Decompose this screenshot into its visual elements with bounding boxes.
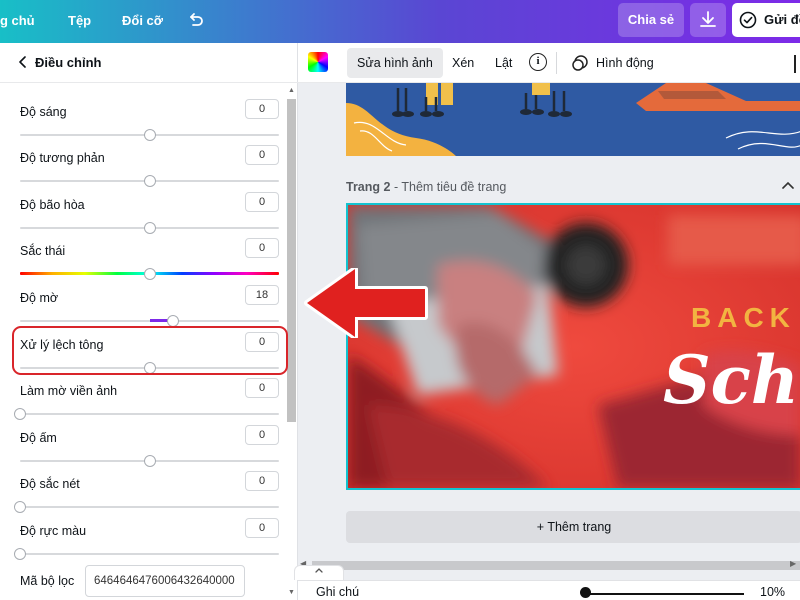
adjust-slider-track[interactable]	[20, 506, 279, 508]
adjust-slider-thumb[interactable]	[143, 455, 156, 467]
back-button[interactable]: Điều chỉnh	[18, 55, 101, 70]
filter-code-label: Mã bộ lọc	[20, 574, 75, 588]
adjust-row: Làm mờ viền ảnh 0	[14, 378, 279, 422]
page-2-title[interactable]: Trang 2 - Thêm tiêu đề trang	[346, 180, 506, 194]
page-number: Trang 2	[346, 180, 391, 194]
editor-canvas: Trang 2 - Thêm tiêu đề trang BACK Sch + …	[298, 83, 800, 600]
adjust-row: Độ tương phản 0	[20, 145, 279, 189]
back-text: BACK	[691, 302, 796, 333]
adjust-value-input[interactable]: 0	[245, 425, 279, 445]
page-1-artwork	[346, 83, 800, 156]
crop-button[interactable]: Xén	[442, 48, 484, 78]
resize-menu[interactable]: Đổi cỡ	[122, 0, 163, 43]
adjust-label: Độ sắc nét	[20, 477, 80, 491]
adjust-slider-thumb[interactable]	[143, 175, 156, 187]
adjust-label: Sắc thái	[20, 244, 66, 258]
adjust-row: Độ mờ 18	[20, 285, 279, 329]
scroll-down-arrow[interactable]: ▼	[287, 589, 296, 597]
chevron-up-small-icon	[315, 568, 323, 573]
adjust-value-input[interactable]: 0	[245, 238, 279, 258]
hscroll-right-arrow[interactable]: ▶	[790, 559, 796, 568]
adjust-label: Độ ấm	[20, 431, 57, 445]
blur-highlight-box	[12, 326, 288, 375]
animate-button[interactable]: Hình động	[586, 48, 664, 78]
adjust-slider-thumb[interactable]	[143, 268, 156, 280]
filter-code-row: Mã bộ lọc 6464646476006432640000	[20, 565, 280, 599]
zoom-slider-thumb[interactable]	[580, 587, 591, 598]
add-page-button[interactable]: + Thêm trang	[346, 511, 800, 543]
page-2-image[interactable]: BACK Scho	[346, 203, 800, 490]
page-1-preview[interactable]	[346, 83, 800, 156]
adjust-slider-thumb[interactable]	[14, 501, 26, 513]
adjust-value-input[interactable]: 0	[245, 145, 279, 165]
adjust-row: Độ bão hòa 0	[20, 192, 279, 236]
adjust-value-input[interactable]: 0	[245, 471, 279, 491]
panel-header: Điều chỉnh	[0, 43, 298, 83]
bottom-bar: Ghi chú 10%	[298, 580, 800, 600]
share-button[interactable]: Chia sẻ	[618, 3, 684, 37]
blurred-photo: BACK Scho	[348, 205, 800, 488]
filter-code-input[interactable]: 6464646476006432640000	[85, 565, 245, 597]
info-icon[interactable]: i	[529, 53, 547, 71]
adjust-row: Độ sắc nét 0	[14, 471, 279, 515]
zoom-slider-track[interactable]	[584, 593, 744, 595]
chevron-left-icon	[19, 56, 26, 68]
adjust-value-input[interactable]: 0	[245, 518, 279, 538]
adjust-label: Độ mờ	[20, 291, 59, 305]
home-menu[interactable]: ng chủ	[0, 0, 35, 43]
send-button[interactable]: Gửi đề	[732, 3, 800, 37]
adjust-row: Độ ấm 0	[20, 425, 279, 469]
color-swatch-icon[interactable]	[308, 52, 328, 72]
more-icon[interactable]	[792, 53, 798, 75]
adjust-label: Độ rực màu	[20, 524, 87, 538]
file-menu[interactable]: Tệp	[68, 0, 91, 43]
scroll-up-arrow[interactable]: ▲	[287, 87, 296, 95]
adjust-label: Độ sáng	[20, 105, 67, 119]
adjust-slider-thumb[interactable]	[143, 222, 156, 234]
adjust-slider-thumb[interactable]	[14, 408, 26, 420]
adjust-value-input[interactable]: 0	[245, 378, 279, 398]
back-label: Điều chỉnh	[35, 55, 102, 70]
red-arrow-annotation	[304, 268, 428, 338]
adjust-row: Độ rực màu 0	[14, 518, 279, 562]
adjust-panel: Điều chỉnh Độ sáng 0 Độ tương phản 0 Độ bão …	[0, 43, 298, 600]
adjust-label: Làm mờ viền ảnh	[20, 384, 118, 398]
adjust-slider-track[interactable]	[20, 553, 279, 555]
flip-button[interactable]: Lật	[485, 48, 522, 78]
download-button[interactable]	[690, 3, 726, 37]
adjust-row: Độ sáng 0	[20, 99, 279, 143]
canvas-hscrollbar[interactable]	[312, 561, 800, 570]
notes-button[interactable]: Ghi chú	[316, 585, 359, 599]
top-bar: ng chủ Tệp Đổi cỡ Chia sẻ Gửi đề	[0, 0, 800, 43]
check-circle-icon	[739, 11, 757, 29]
adjust-slider-thumb[interactable]	[14, 548, 26, 560]
zoom-level[interactable]: 10%	[760, 585, 785, 599]
notes-toggle[interactable]	[294, 565, 344, 580]
toolbar-divider	[556, 52, 557, 74]
scroll-thumb[interactable]	[287, 99, 296, 422]
adjust-value-input[interactable]: 18	[245, 285, 279, 305]
download-icon	[700, 11, 716, 27]
adjust-slider-track[interactable]	[20, 413, 279, 415]
send-label: Gửi đề	[764, 12, 800, 27]
chevron-up-icon[interactable]	[782, 181, 794, 191]
page-title-placeholder[interactable]: Thêm tiêu đề trang	[401, 180, 506, 194]
adjust-value-input[interactable]: 0	[245, 99, 279, 119]
adjust-row: Sắc thái 0	[20, 238, 279, 282]
adjust-slider-thumb[interactable]	[143, 129, 156, 141]
school-text: Scho	[663, 341, 800, 419]
edit-image-button[interactable]: Sửa hình ảnh	[347, 48, 443, 78]
undo-icon[interactable]	[186, 11, 206, 31]
adjust-label: Độ bão hòa	[20, 198, 85, 212]
image-toolbar: Sửa hình ảnh Xén Lật i Hình động	[298, 43, 800, 83]
adjust-value-input[interactable]: 0	[245, 192, 279, 212]
adjust-label: Độ tương phản	[20, 151, 105, 165]
